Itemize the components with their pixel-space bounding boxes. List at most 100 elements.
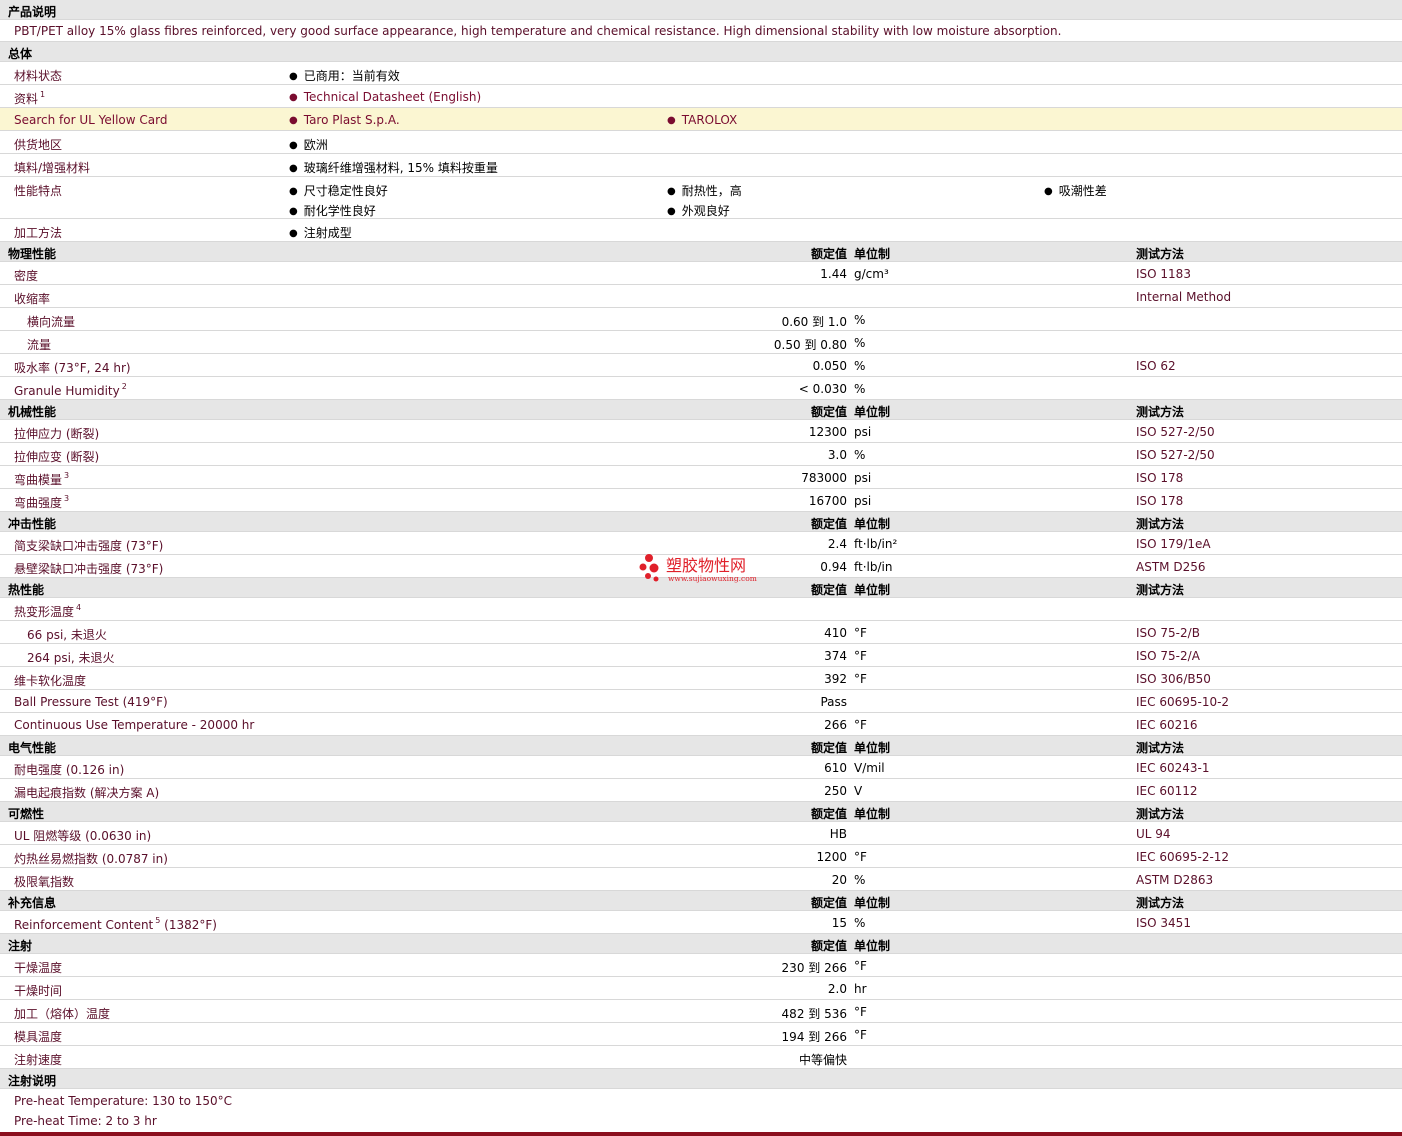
feature-item: 吸潮性差 xyxy=(1044,182,1107,199)
col-value: 额定值 xyxy=(810,896,847,910)
property-value: 392 xyxy=(824,672,847,686)
col-unit: 单位制 xyxy=(854,896,891,910)
property-label: 弯曲模量 3 xyxy=(14,471,70,487)
supplier-link[interactable]: Taro Plast S.p.A. xyxy=(289,113,400,127)
property-label: 吸水率 (73°F, 24 hr) xyxy=(14,361,131,375)
test-method: ISO 178 xyxy=(1136,494,1184,508)
note-line: Pre-heat Time: 2 to 3 hr xyxy=(0,1109,1402,1129)
property-value: 1200 xyxy=(816,850,847,864)
col-unit: 单位制 xyxy=(854,247,891,261)
property-unit: °F xyxy=(854,649,867,663)
section-title: 注射 xyxy=(8,939,33,953)
property-value: 482 到 536 xyxy=(781,1007,847,1021)
test-method: ASTM D256 xyxy=(1136,560,1206,574)
col-method: 测试方法 xyxy=(1136,583,1185,597)
property-label: Ball Pressure Test (419°F) xyxy=(14,695,168,709)
property-unit: % xyxy=(854,916,866,930)
test-method: ISO 527-2/50 xyxy=(1136,425,1215,439)
col-method: 测试方法 xyxy=(1136,247,1185,261)
property-label: UL 阻燃等级 (0.0630 in) xyxy=(14,829,152,843)
property-value: < 0.030 xyxy=(798,382,847,396)
property-value: 783000 xyxy=(801,471,847,485)
row-ul-yellow-card: Search for UL Yellow Card Taro Plast S.p… xyxy=(0,108,1402,131)
note-line: Pre-heat Temperature: 130 to 150°C xyxy=(0,1089,1402,1109)
property-row: 干燥温度 230 到 266 °F xyxy=(0,954,1402,977)
section-header-product: 产品说明 xyxy=(0,0,1402,20)
property-row: Ball Pressure Test (419°F) Pass IEC 60695-… xyxy=(0,690,1402,713)
property-row: 模具温度 194 到 266 °F xyxy=(0,1023,1402,1046)
watermark-url: www.sujiaowuxing.com xyxy=(668,574,757,583)
property-value: 266 xyxy=(824,718,847,732)
feature-item: 耐化学性良好 xyxy=(289,202,376,219)
section-title: 电气性能 xyxy=(8,741,57,755)
property-label: 干燥时间 xyxy=(14,984,63,998)
note-text: Pre-heat Time: 2 to 3 hr xyxy=(14,1114,157,1128)
property-unit: ft·lb/in xyxy=(854,560,893,574)
property-row: 灼热丝易燃指数 (0.0787 in) 1200 °F IEC 60695-2-12 xyxy=(0,845,1402,868)
property-value: 15 xyxy=(831,916,847,930)
property-row: 收缩率 Internal Method xyxy=(0,285,1402,308)
section-title: 可燃性 xyxy=(8,807,45,821)
section-header-mechanical: 机械性能 额定值 单位制 测试方法 xyxy=(0,400,1402,420)
section-header-general: 总体 xyxy=(0,42,1402,62)
property-value: 250 xyxy=(824,784,847,798)
col-method: 测试方法 xyxy=(1136,741,1185,755)
property-unit: psi xyxy=(854,494,872,508)
product-description: PBT/PET alloy 15% glass fibres reinforce… xyxy=(14,24,1062,38)
property-row: Granule Humidity 2 < 0.030% xyxy=(0,377,1402,400)
property-value: 0.50 到 0.80 xyxy=(773,338,847,352)
property-label: 注射速度 xyxy=(14,1053,63,1067)
datasheet-link[interactable]: Technical Datasheet (English) xyxy=(289,90,481,104)
property-value: 0.050 xyxy=(812,359,847,373)
property-unit: % xyxy=(854,336,866,350)
property-label: 极限氧指数 xyxy=(14,875,75,889)
property-value: 194 到 266 xyxy=(781,1030,847,1044)
bullet-value: 已商用：当前有效 xyxy=(289,67,400,84)
row-region: 供货地区 欧洲 xyxy=(0,131,1402,154)
row-label: 材料状态 xyxy=(14,69,63,83)
test-method: ISO 178 xyxy=(1136,471,1184,485)
col-value: 额定值 xyxy=(810,247,847,261)
property-label: 拉伸应变 (断裂) xyxy=(14,450,100,464)
property-row: UL 阻燃等级 (0.0630 in) HB UL 94 xyxy=(0,822,1402,845)
property-value: 230 到 266 xyxy=(781,961,847,975)
bullet-value: 玻璃纤维增强材料, 15% 填料按重量 xyxy=(289,159,498,176)
col-unit: 单位制 xyxy=(854,741,891,755)
property-label: 264 psi, 未退火 xyxy=(27,651,115,665)
watermark-logo: 塑胶物性网 www.sujiaowuxing.com xyxy=(638,552,778,586)
property-unit: V xyxy=(854,784,863,798)
row-label: 资料 1 xyxy=(14,90,46,106)
property-value: 2.0 xyxy=(827,982,847,996)
col-value: 额定值 xyxy=(810,807,847,821)
ul-yellow-card-link[interactable]: Search for UL Yellow Card xyxy=(14,113,167,127)
row-material-status: 材料状态 已商用：当前有效 xyxy=(0,62,1402,85)
test-method: ASTM D2863 xyxy=(1136,873,1214,887)
col-unit: 单位制 xyxy=(854,807,891,821)
property-value: 1.44 xyxy=(820,267,847,281)
property-value: 374 xyxy=(824,649,847,663)
property-unit: % xyxy=(854,359,866,373)
property-value: 0.60 到 1.0 xyxy=(781,315,847,329)
property-row: 加工（熔体）温度 482 到 536 °F xyxy=(0,1000,1402,1023)
row-label: 性能特点 xyxy=(14,184,63,198)
test-method: ISO 179/1eA xyxy=(1136,537,1211,551)
property-row: 热变形温度 4 xyxy=(0,598,1402,621)
property-unit: °F xyxy=(854,672,867,686)
bullet-value: 欧洲 xyxy=(289,136,328,153)
property-unit: V/mil xyxy=(854,761,885,775)
test-method: IEC 60112 xyxy=(1136,784,1198,798)
property-label: 弯曲强度 3 xyxy=(14,494,70,510)
property-label: Reinforcement Content 5 (1382°F) xyxy=(14,916,217,932)
row-label: 加工方法 xyxy=(14,226,63,240)
property-value: Pass xyxy=(820,695,847,709)
section-title: 产品说明 xyxy=(8,5,57,19)
section-header-injection-notes: 注射说明 xyxy=(0,1069,1402,1089)
col-method: 测试方法 xyxy=(1136,807,1185,821)
brand-link[interactable]: TAROLOX xyxy=(667,113,738,127)
property-unit: % xyxy=(854,382,866,396)
section-title: 机械性能 xyxy=(8,405,57,419)
property-row: Reinforcement Content 5 (1382°F) 15% ISO 34… xyxy=(0,911,1402,934)
property-unit: °F xyxy=(854,1005,867,1019)
col-method: 测试方法 xyxy=(1136,405,1185,419)
watermark-text: 塑胶物性网 xyxy=(666,556,746,575)
